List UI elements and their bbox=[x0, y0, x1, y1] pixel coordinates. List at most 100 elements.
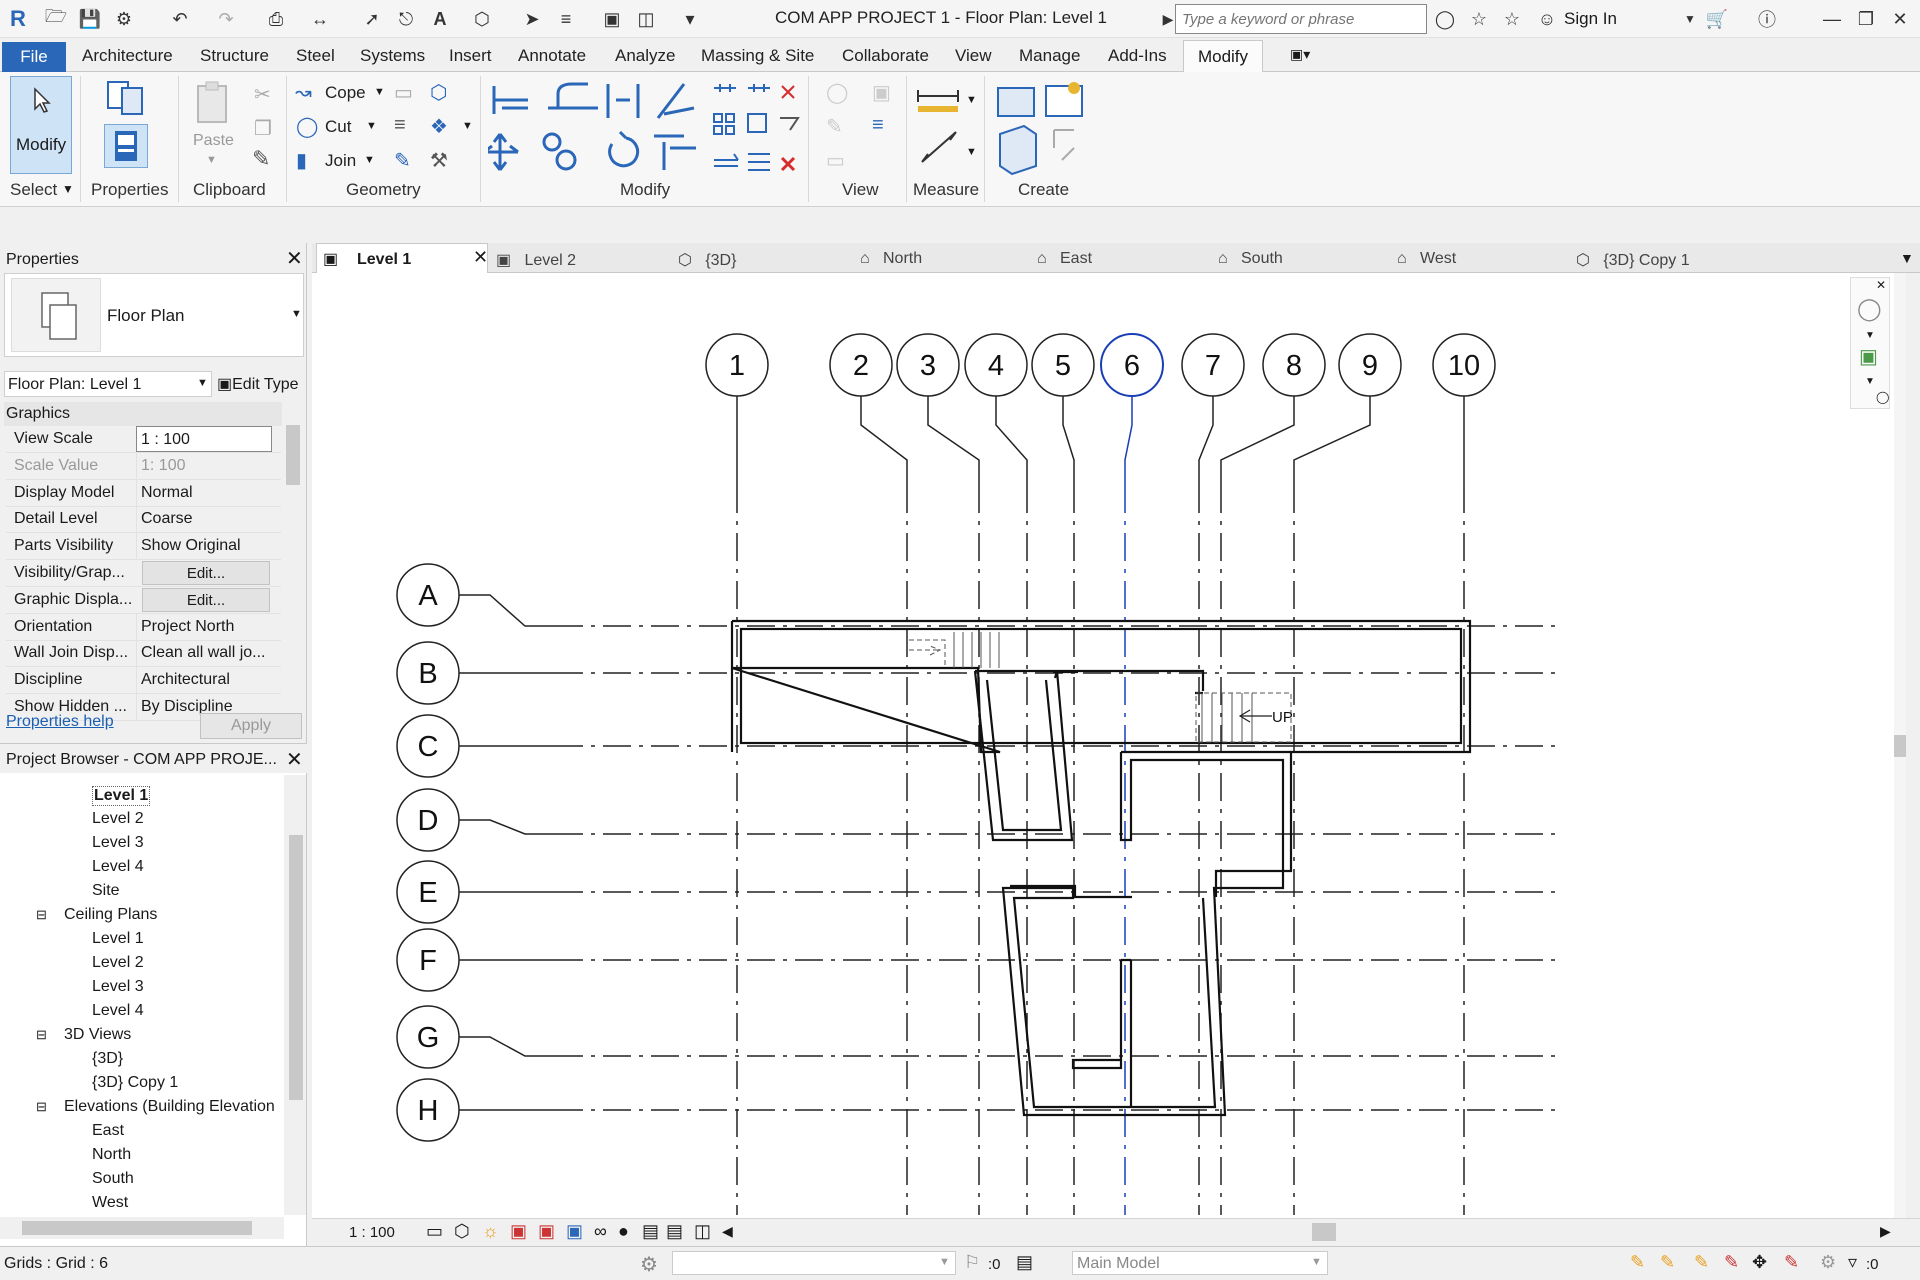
browser-item[interactable]: South bbox=[92, 1170, 134, 1188]
tab-collaborate[interactable]: Collaborate bbox=[842, 46, 929, 66]
properties-toggle-button[interactable] bbox=[104, 124, 148, 168]
unlock-3d-icon[interactable]: ∞ bbox=[594, 1221, 607, 1242]
browser-item[interactable]: North bbox=[92, 1146, 131, 1164]
property-row[interactable]: Discipline Architectural bbox=[6, 667, 281, 695]
apply-button[interactable]: Apply bbox=[200, 713, 302, 739]
browser-item[interactable]: Level 2 bbox=[92, 810, 144, 828]
3d-view-icon[interactable]: ⬡ bbox=[470, 7, 494, 31]
edit-profile-icon[interactable]: ✎ bbox=[394, 148, 411, 173]
browser-close-icon[interactable]: ✕ bbox=[286, 747, 303, 772]
steering-wheel-icon[interactable]: ◯ bbox=[1857, 296, 1882, 322]
browser-item[interactable]: Level 2 bbox=[92, 954, 144, 972]
shadows-icon[interactable]: ▣ bbox=[510, 1221, 527, 1242]
minimize-icon[interactable]: — bbox=[1820, 7, 1844, 31]
browser-item[interactable]: East bbox=[92, 1122, 124, 1140]
drawing-canvas[interactable]: 1 2 3 4 5 6 7 8 9 10 A B C D E F G H UP ✕ ◯ ▼ ▣ ▼ ◯ bbox=[312, 273, 1906, 1218]
property-row[interactable]: Scale Value 1: 100 bbox=[6, 452, 281, 480]
design-option-selector[interactable]: Main Model ▼ bbox=[1072, 1251, 1328, 1275]
editable-only-icon[interactable]: ⚐ bbox=[964, 1252, 980, 1273]
tab-view[interactable]: View bbox=[955, 46, 992, 66]
browser-scrollbar[interactable] bbox=[284, 775, 306, 1215]
cart-icon[interactable]: 🛒 bbox=[1705, 7, 1729, 31]
workset-dropdown-icon[interactable]: ▼ bbox=[939, 1256, 950, 1268]
select-pinned-icon[interactable]: ✎ bbox=[1694, 1252, 1709, 1273]
user-icon[interactable]: ☺ bbox=[1535, 7, 1559, 31]
scroll-right-icon[interactable]: ▶ bbox=[1880, 1223, 1891, 1240]
tab-structure[interactable]: Structure bbox=[200, 46, 269, 66]
graphics-group-header[interactable]: Graphics bbox=[4, 402, 282, 426]
print-icon[interactable]: ⎙ bbox=[264, 7, 288, 31]
canvas-vscrollbar[interactable] bbox=[1894, 273, 1906, 1218]
edit-button[interactable]: Edit... bbox=[142, 587, 270, 612]
browser-item[interactable]: Ceiling Plans bbox=[64, 906, 157, 924]
demolish-icon[interactable]: ❖ bbox=[430, 114, 448, 139]
show-crop-icon[interactable]: ▣ bbox=[566, 1221, 583, 1242]
filter-icon[interactable]: ▿ bbox=[1848, 1252, 1857, 1273]
tab-list-dropdown-icon[interactable]: ▼ bbox=[1900, 250, 1914, 266]
browser-item[interactable]: Level 4 bbox=[92, 858, 144, 876]
customize-qat-icon[interactable]: ▾ bbox=[678, 7, 702, 31]
edit-button[interactable]: Edit... bbox=[142, 561, 270, 585]
settings-icon[interactable]: ⚙ bbox=[1820, 1252, 1836, 1273]
reveal-hidden-icon[interactable]: ▤ bbox=[642, 1221, 659, 1242]
undo-icon[interactable]: ↶ bbox=[168, 7, 192, 31]
property-row[interactable]: Graphic Displa... Edit... bbox=[6, 587, 281, 614]
property-row[interactable]: Detail Level Coarse bbox=[6, 506, 281, 534]
browser-item[interactable]: {3D} Copy 1 bbox=[92, 1074, 178, 1092]
scroll-thumb[interactable] bbox=[286, 425, 300, 485]
search-input[interactable] bbox=[1175, 4, 1427, 34]
section-icon[interactable]: ➤ bbox=[520, 7, 544, 31]
sign-in-link[interactable]: Sign In bbox=[1564, 9, 1617, 29]
view-tab-3d[interactable]: ⬡ {3D} bbox=[678, 250, 736, 270]
hide-element-icon[interactable]: ◯ bbox=[826, 80, 848, 105]
nav-close-icon[interactable]: ✕ bbox=[1876, 278, 1886, 292]
view-tab-north[interactable]: ⌂ North bbox=[860, 250, 922, 268]
chevron-down-icon[interactable]: ▼ bbox=[1678, 7, 1702, 31]
view-tab-west[interactable]: ⌂ West bbox=[1397, 250, 1456, 268]
browser-item[interactable]: Level 3 bbox=[92, 834, 144, 852]
app-logo-icon[interactable]: R bbox=[6, 6, 30, 31]
close-hidden-icon[interactable]: ▣ bbox=[600, 7, 624, 31]
join-icon[interactable]: ▮ bbox=[296, 148, 307, 173]
property-row[interactable]: Wall Join Disp... Clean all wall jo... bbox=[6, 640, 281, 668]
dimension-dropdown-icon[interactable]: ▼ bbox=[966, 146, 977, 158]
tab-analyze[interactable]: Analyze bbox=[615, 46, 675, 66]
background-process-icon[interactable]: ✎ bbox=[1784, 1252, 1799, 1273]
browser-item[interactable]: Level 4 bbox=[92, 1002, 144, 1020]
view-scale[interactable]: 1 : 100 bbox=[349, 1224, 395, 1241]
collapse-icon[interactable]: ⊟ bbox=[36, 1099, 47, 1115]
instance-selector[interactable]: Floor Plan: Level 1 ▼ bbox=[4, 371, 212, 397]
match-properties-icon[interactable]: ✎ bbox=[252, 146, 270, 172]
canvas-hscroll-thumb[interactable] bbox=[1312, 1223, 1336, 1241]
browser-item[interactable]: 3D Views bbox=[64, 1026, 131, 1044]
select-by-face-icon[interactable]: ✎ bbox=[1724, 1252, 1739, 1273]
temporary-hide-icon[interactable]: ● bbox=[618, 1221, 629, 1242]
help-icon[interactable]: ⓘ bbox=[1755, 7, 1779, 31]
linework-icon[interactable]: ✎ bbox=[826, 114, 843, 139]
copy-icon[interactable]: ❐ bbox=[254, 116, 272, 141]
analytical-model-icon[interactable]: ▤ bbox=[666, 1221, 683, 1242]
browser-item[interactable]: Level 1 bbox=[92, 930, 144, 948]
pin-view-icon[interactable]: ▭ bbox=[826, 148, 845, 173]
crop-view-icon[interactable]: ▣ bbox=[538, 1221, 555, 1242]
join-label[interactable]: Join bbox=[325, 151, 356, 171]
modify-tool-button[interactable]: Modify bbox=[10, 76, 72, 174]
select-panel-label[interactable]: Select bbox=[10, 180, 57, 200]
redo-icon[interactable]: ↷ bbox=[214, 7, 238, 31]
browser-item[interactable]: {3D} bbox=[92, 1050, 123, 1068]
nav-options-icon[interactable]: ◯ bbox=[1876, 390, 1889, 404]
edit-type-button[interactable]: ▣Edit Type bbox=[217, 374, 299, 394]
design-option-dropdown-icon[interactable]: ▼ bbox=[1311, 1256, 1322, 1268]
tab-manage[interactable]: Manage bbox=[1019, 46, 1080, 66]
communication-icon[interactable]: ☆ bbox=[1467, 7, 1491, 31]
visual-style-icon[interactable]: ⬡ bbox=[454, 1221, 470, 1242]
dimension-icon[interactable]: ➚ bbox=[360, 7, 384, 31]
switch-windows-icon[interactable]: ◫ bbox=[634, 7, 658, 31]
tab-modify[interactable]: Modify bbox=[1183, 40, 1263, 73]
save-icon[interactable]: 💾 bbox=[78, 7, 102, 31]
close-window-icon[interactable]: ✕ bbox=[1888, 7, 1912, 31]
override-icon[interactable]: ≡ bbox=[872, 114, 884, 137]
sun-path-icon[interactable]: ☼ bbox=[482, 1221, 499, 1242]
open-icon[interactable]: 🗁 bbox=[44, 6, 68, 31]
instance-dropdown-icon[interactable]: ▼ bbox=[197, 377, 208, 389]
